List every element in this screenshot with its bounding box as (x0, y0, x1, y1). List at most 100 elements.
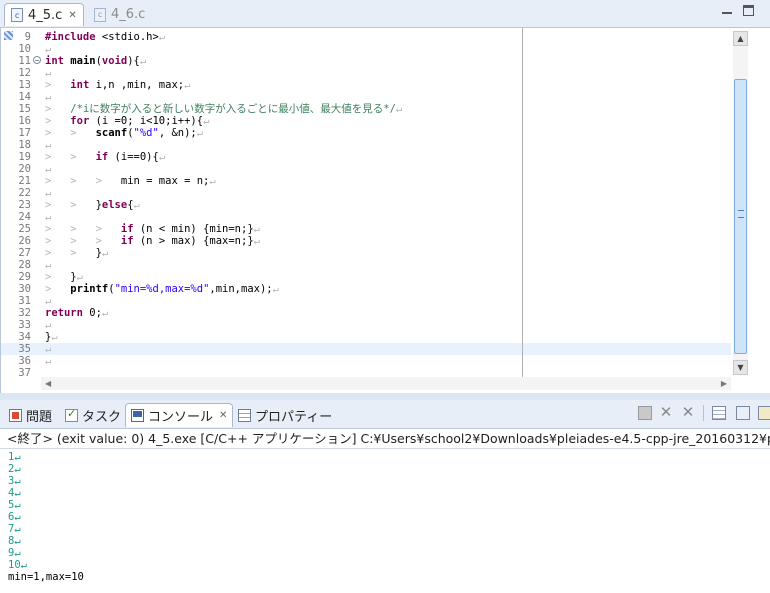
tab-4-6-c[interactable]: c 4_6.c (88, 3, 158, 26)
line-number: 26 (18, 235, 31, 247)
code-line[interactable]: 14 ↵ (1, 91, 731, 103)
console-input-line: 9↵ (8, 547, 21, 559)
console-input-line: 5↵ (8, 499, 21, 511)
line-number: 16 (18, 115, 31, 127)
line-number: 12 (18, 67, 31, 79)
line-number: 23 (18, 199, 31, 211)
code-line[interactable]: 12 ↵ (1, 67, 731, 79)
code-line[interactable]: 35 ↵ (1, 343, 731, 355)
horizontal-scrollbar[interactable]: ◀ ▶ (41, 377, 731, 390)
code-text: ↵ (45, 343, 52, 355)
tab-label: 問題 (26, 409, 53, 425)
scroll-up-icon[interactable]: ▲ (733, 31, 748, 46)
line-number: 33 (18, 319, 31, 331)
console-output[interactable]: 1↵ 2↵ 3↵ 4↵ 5↵ 6↵ 7↵ 8↵ 9↵ 10↵ min=1,max=10 (0, 450, 770, 593)
console-input-line: 8↵ (8, 535, 21, 547)
code-text: > for (i =0; i<10;i++){↵ (45, 115, 210, 127)
tab-console[interactable]: コンソール ✕ (125, 403, 234, 427)
code-text: ↵ (45, 43, 52, 55)
close-icon[interactable]: ✕ (219, 410, 227, 421)
code-text: > printf("min=%d,max=%d",min,max);↵ (45, 283, 279, 295)
scroll-lock-icon[interactable] (712, 406, 726, 420)
tab-label: 4_6.c (111, 7, 146, 22)
scroll-down-icon[interactable]: ▼ (733, 360, 748, 375)
code-line[interactable]: 32 return 0;↵ (1, 307, 731, 319)
code-line[interactable]: 16 > for (i =0; i<10;i++){↵ (1, 115, 731, 127)
code-line[interactable]: 10 ↵ (1, 43, 731, 55)
console-input-line: 7↵ (8, 523, 21, 535)
fold-collapse-icon[interactable]: − (33, 56, 41, 65)
code-line[interactable]: 25 > > > if (n < min) {min=n;}↵ (1, 223, 731, 235)
code-line[interactable]: 19 > > if (i==0){↵ (1, 151, 731, 163)
tab-label: タスク (82, 409, 122, 425)
code-line[interactable]: 17 > > scanf("%d", &n);↵ (1, 127, 731, 139)
line-number: 15 (18, 103, 31, 115)
code-line[interactable]: 30 > printf("min=%d,max=%d",min,max);↵ (1, 283, 731, 295)
code-line[interactable]: 21 > > > min = max = n;↵ (1, 175, 731, 187)
scroll-left-icon[interactable]: ◀ (45, 377, 51, 390)
close-icon[interactable]: ✕ (68, 10, 76, 21)
code-line[interactable]: 27 > > }↵ (1, 247, 731, 259)
code-line[interactable]: 34 }↵ (1, 331, 731, 343)
grip-icon (738, 210, 744, 218)
line-number: 24 (18, 211, 31, 223)
editor-tab-bar: c 4_5.c ✕ c 4_6.c (0, 0, 770, 28)
code-line[interactable]: 29 > }↵ (1, 271, 731, 283)
code-line[interactable]: 20 ↵ (1, 163, 731, 175)
code-line[interactable]: 28 ↵ (1, 259, 731, 271)
line-number: 30 (18, 283, 31, 295)
code-line[interactable]: 26 > > > if (n > max) {max=n;}↵ (1, 235, 731, 247)
print-margin (522, 28, 523, 378)
tab-4-5-c[interactable]: c 4_5.c ✕ (4, 3, 84, 26)
panel-separator[interactable] (0, 393, 770, 400)
toolbar-separator (703, 405, 704, 421)
line-number: 28 (18, 259, 31, 271)
pin-console-icon[interactable] (736, 406, 750, 420)
vertical-scrollbar[interactable]: ▲ ▼ (733, 31, 748, 375)
terminate-icon[interactable] (638, 406, 652, 420)
console-input-line: 10↵ (8, 559, 27, 571)
code-line[interactable]: 11− int main(void){↵ (1, 55, 731, 67)
console-input-line: 4↵ (8, 487, 21, 499)
code-line[interactable]: 15 > /*iに数字が入ると新しい数字が入るごとに最小値、最大値を見る*/↵ (1, 103, 731, 115)
code-text: }↵ (45, 331, 58, 343)
code-line[interactable]: 31 ↵ (1, 295, 731, 307)
code-line[interactable]: 13 > int i,n ,min, max;↵ (1, 79, 731, 91)
tab-properties[interactable]: プロパティー (233, 403, 337, 427)
tab-tasks[interactable]: タスク (60, 403, 126, 427)
code-text: > > > min = max = n;↵ (45, 175, 216, 187)
code-line[interactable]: 23 > > }else{↵ (1, 199, 731, 211)
line-number: 32 (18, 307, 31, 319)
line-number: 20 (18, 163, 31, 175)
code-text: > > > if (n < min) {min=n;}↵ (45, 223, 260, 235)
maximize-icon[interactable] (743, 5, 754, 16)
code-text: ↵ (45, 91, 52, 103)
line-number: 17 (18, 127, 31, 139)
code-line[interactable]: 36 ↵ (1, 355, 731, 367)
line-number: 35 (18, 343, 31, 355)
code-editor[interactable]: 9 #include <stdio.h>↵ 10 ↵ 11− int main(void)… (0, 28, 765, 393)
minimize-icon[interactable] (722, 6, 732, 14)
line-number: 13 (18, 79, 31, 91)
console-input-line: 3↵ (8, 475, 21, 487)
code-line[interactable]: 33 ↵ (1, 319, 731, 331)
code-line[interactable]: 18 ↵ (1, 139, 731, 151)
display-console-icon[interactable] (758, 406, 770, 420)
remove-all-icon[interactable]: ✕ (681, 405, 695, 420)
code-text: int main(void){↵ (45, 55, 147, 67)
code-text: ↵ (45, 163, 52, 175)
code-line[interactable]: 9 #include <stdio.h>↵ (1, 31, 731, 43)
code-line[interactable]: 22 ↵ (1, 187, 731, 199)
tab-label: プロパティー (255, 409, 333, 425)
code-text: ↵ (45, 259, 52, 271)
code-line[interactable]: 24 ↵ (1, 211, 731, 223)
console-icon (131, 409, 144, 422)
scroll-thumb[interactable] (734, 79, 747, 354)
tab-problems[interactable]: 問題 (4, 403, 57, 427)
line-number: 19 (18, 151, 31, 163)
remove-launch-icon[interactable]: ✕ (659, 405, 673, 420)
line-number: 34 (18, 331, 31, 343)
code-text: return 0;↵ (45, 307, 109, 319)
line-number: 37 (18, 367, 31, 379)
scroll-right-icon[interactable]: ▶ (721, 377, 727, 390)
